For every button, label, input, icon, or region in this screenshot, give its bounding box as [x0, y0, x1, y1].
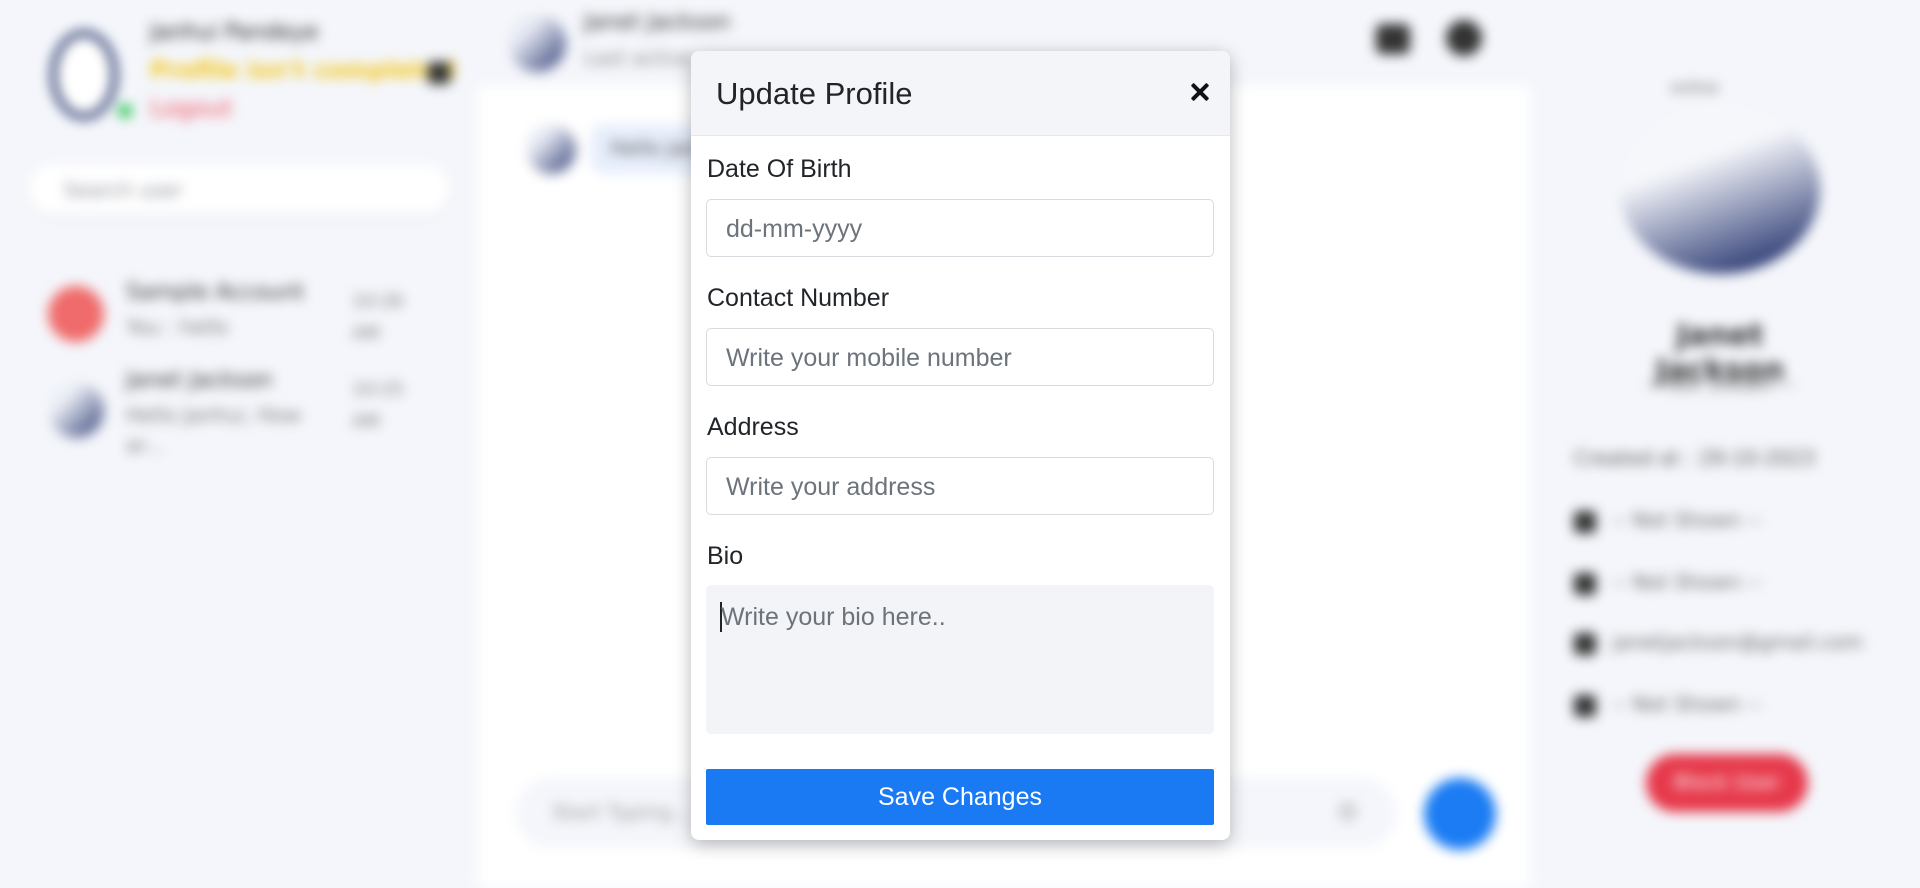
dob-field[interactable]: dd-mm-yyyy [706, 199, 1214, 257]
conversation-time: 10:26 AM [352, 291, 404, 344]
conversation-item[interactable]: Janet Jackson Hello Janhui, How ar... 10… [40, 368, 460, 457]
profile-sidebar: online Janet Jackson -- Not Shown -- Cre… [1530, 0, 1920, 888]
conversation-last-message: You : hello [126, 315, 229, 339]
profile-incomplete-warning: Profile isn't completed [150, 56, 456, 84]
profile-address-row: -- Not Shown -- [1574, 692, 1762, 717]
contact-number-placeholder: Write your mobile number [726, 344, 1012, 372]
contact-number-label: Contact Number [707, 284, 890, 312]
contact-number-field[interactable]: Write your mobile number [706, 328, 1214, 386]
profile-status: -- Not Shown -- [1645, 372, 1795, 396]
save-changes-label: Save Changes [877, 783, 1042, 811]
bio-placeholder: Write your bio here.. [721, 603, 946, 631]
modal-header: Update Profile [691, 51, 1230, 136]
dob-label: Date Of Birth [707, 155, 852, 183]
address-placeholder: Write your address [726, 473, 936, 501]
profile-dob-row: -- Not Shown -- [1574, 508, 1762, 533]
my-avatar[interactable] [50, 30, 118, 120]
online-label: online [1670, 78, 1719, 97]
avatar [48, 286, 104, 342]
block-user-label: Block User [1673, 770, 1781, 794]
conversation-time: 10:25 AM [352, 379, 404, 432]
bio-label: Bio [707, 542, 744, 570]
calendar-icon [1574, 510, 1596, 533]
message-avatar [526, 124, 576, 174]
profile-avatar [1620, 104, 1820, 274]
send-button[interactable] [1424, 778, 1496, 850]
chat-avatar [508, 14, 566, 72]
left-sidebar: Janhui Pandeye Profile isn't completed L… [0, 0, 478, 888]
profile-phone-row: -- Not Shown -- [1574, 570, 1762, 595]
conversation-name: Sample Account [126, 280, 305, 305]
conversation-last-message: Hello Janhui, How ar... [126, 403, 302, 457]
info-icon[interactable] [1446, 20, 1482, 56]
address-label: Address [707, 413, 799, 441]
dob-placeholder: dd-mm-yyyy [726, 215, 863, 243]
phone-icon [1574, 572, 1596, 595]
close-icon[interactable] [1185, 77, 1215, 107]
chat-contact-status: Last active [584, 46, 693, 70]
search-user-input[interactable]: Search user [28, 164, 450, 214]
block-user-button[interactable]: Block User [1646, 754, 1808, 812]
emoji-icon[interactable]: 😊 [1337, 800, 1358, 824]
save-changes-button[interactable]: Save Changes [706, 769, 1214, 825]
mail-icon [1574, 632, 1596, 655]
search-placeholder: Search user [64, 178, 183, 202]
location-icon [1574, 694, 1596, 717]
conversation-name: Janet Jackson [126, 368, 273, 393]
address-field[interactable]: Write your address [706, 457, 1214, 515]
bio-textarea[interactable]: Write your bio here.. [706, 585, 1214, 734]
logout-link[interactable]: Logout [150, 94, 232, 122]
online-status-dot [118, 104, 132, 118]
my-name: Janhui Pandeye [150, 20, 319, 45]
avatar [48, 382, 104, 438]
message-placeholder: Start Typing... [552, 800, 691, 824]
update-profile-modal: Update Profile Date Of Birth dd-mm-yyyy … [691, 51, 1230, 840]
profile-email-row: janetjackson@gmail.com [1574, 630, 1863, 655]
edit-profile-icon[interactable] [428, 62, 450, 84]
profile-created-date: Created at : 29-10-2023 [1574, 446, 1816, 470]
chat-contact-name: Janet Jackson [584, 10, 731, 35]
conversation-item[interactable]: Sample Account You : hello 10:26 AM [40, 280, 460, 360]
mail-icon[interactable] [1376, 24, 1410, 54]
modal-title: Update Profile [716, 76, 913, 111]
